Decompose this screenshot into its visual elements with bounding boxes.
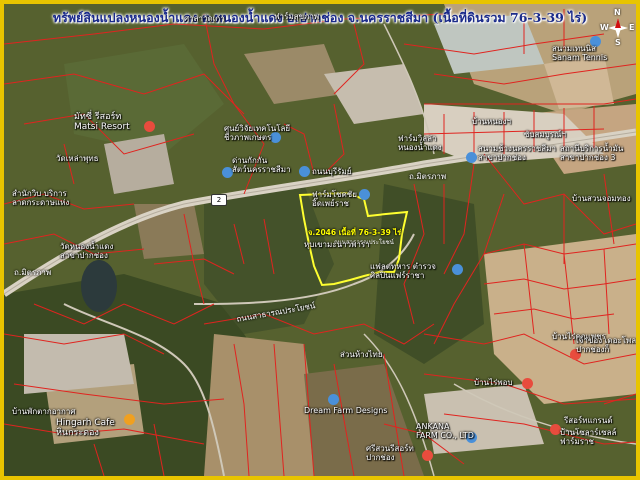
place-label[interactable]: ฟาร์มโชคชัย อิ๊ดเพย์ราช — [312, 190, 357, 208]
place-label[interactable]: ถนนบุรีรัมย์ — [312, 167, 351, 176]
place-label[interactable]: ศาลาวัดเก่า — [184, 14, 225, 23]
place-label[interactable]: ฟาร์มวิลล่า หนองน้ำแดง — [398, 134, 442, 152]
map-frame: ทรัพย์สินแปลงหนองน้ำแดง ต.หนองน้ำแดง อ.ป… — [0, 0, 640, 480]
place-label[interactable]: Dream Farm Designs — [304, 406, 387, 415]
place-pin-icon[interactable] — [359, 189, 370, 200]
map-title: ทรัพย์สินแปลงหนองน้ำแดง ต.หนองน้ำแดง อ.ป… — [52, 10, 588, 25]
hotel-pin-icon[interactable] — [522, 378, 533, 389]
place-label[interactable]: ศูนย์วิจัยเทคโนโลยี ชีวภาพเกษตร — [224, 124, 290, 142]
place-label[interactable]: สนามช้างนครราชสีมา สาขาปากช่อง — [478, 144, 556, 162]
place-label[interactable]: สถานีบริการน้ำมัน สาขาปากช่อง 3 — [560, 144, 623, 162]
place-label[interactable]: สนามเทนนิส Sanam Tennis — [552, 44, 607, 62]
place-label[interactable]: หุบเขามะนาวพารา — [304, 240, 370, 249]
place-pin-icon[interactable] — [452, 264, 463, 275]
place-label[interactable]: ศรีสวนรีสอร์ท ปากช่อง — [366, 444, 414, 462]
place-label[interactable]: วัดหนองน้ำแดง สาขาปากช่อง — [60, 242, 113, 260]
place-label[interactable]: ANKANA FARM CO., LTD — [416, 422, 474, 440]
place-label[interactable]: ฟาร์มสุขภาพ — [274, 12, 319, 21]
cafe-pin-icon[interactable] — [124, 414, 135, 425]
place-label[interactable]: มัทซี่ รีสอร์ท Matsi Resort — [74, 112, 130, 132]
place-label[interactable]: รีสอร์ทแกรนด์ — [564, 416, 613, 425]
hotel-pin-icon[interactable] — [422, 450, 433, 461]
compass-n: N — [614, 8, 621, 17]
route-shield: 2 — [211, 194, 227, 206]
compass-s: S — [615, 38, 621, 47]
hotel-pin-icon[interactable] — [144, 121, 155, 132]
place-label[interactable]: Hingarh Cafe หินกระดอง — [56, 418, 115, 438]
compass-e: E — [629, 23, 635, 32]
place-label[interactable]: เจ้าของ เดอะโพลต์ ปากช่องก็ — [576, 336, 636, 354]
road-label-mittraphap-center: ถ.มิตรภาพ — [409, 172, 447, 181]
place-label[interactable]: ด่านกักกัน สัตว์นครราชสีมา — [232, 156, 291, 174]
place-label[interactable]: ซับสมบูรณ์ฯ — [524, 130, 566, 139]
place-label[interactable]: แฟลตทหาร ตำรวจ ศิลปินแฟร์ราชา — [370, 262, 436, 280]
place-label[interactable]: วัดเหล่าพุทธ — [56, 154, 99, 163]
place-pin-icon[interactable] — [466, 152, 477, 163]
place-pin-icon[interactable] — [299, 166, 310, 177]
compass-w: W — [600, 23, 609, 32]
road-label-mittraphap-left: ถ.มิตรภาพ — [14, 268, 52, 277]
place-label[interactable]: บ้านไร่พอบ — [474, 378, 513, 387]
place-label[interactable]: ส่วนห้างไทย — [340, 350, 383, 359]
place-label[interactable]: บ้านหนองฯ — [472, 117, 511, 126]
place-label[interactable]: บ้านโซลาร์เซลล์ ฟาร์มราช — [560, 428, 616, 446]
place-label[interactable]: บ้านพักตากอากาศ — [12, 407, 75, 416]
place-label[interactable]: สำนักวิบ บริการ ลาดกระดาษแห่ง — [12, 189, 69, 207]
place-pin-icon[interactable] — [328, 394, 339, 405]
place-label[interactable]: บ้านสวนจอมทอง — [572, 194, 631, 203]
